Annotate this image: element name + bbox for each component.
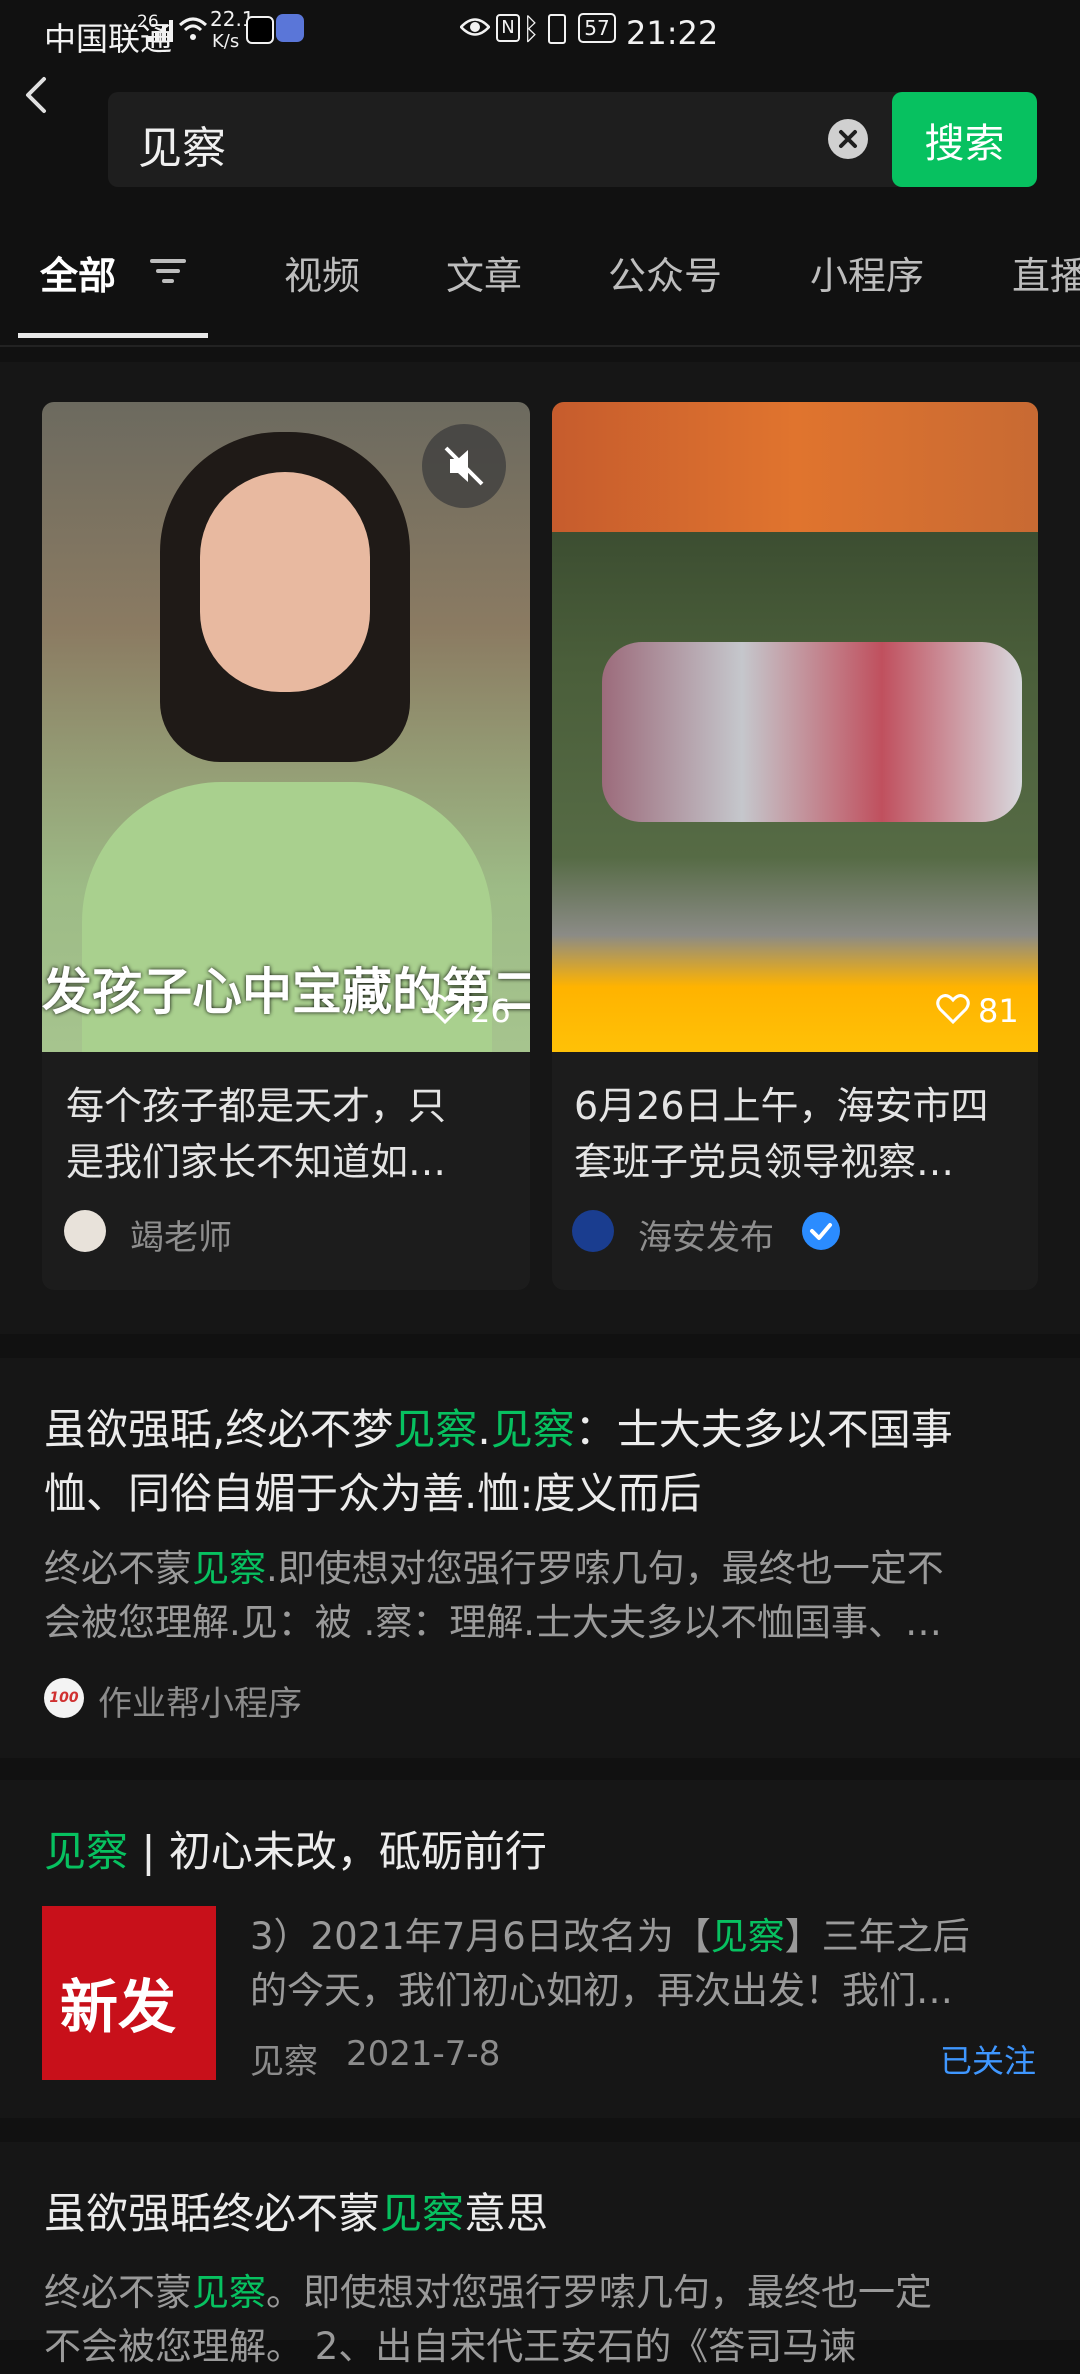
search-button[interactable]: 搜索 [892,92,1037,187]
heart-icon [428,994,462,1024]
app-notification-icon [246,16,274,44]
vibrate-icon [548,14,566,44]
search-bar[interactable]: 见察 [108,92,946,187]
result-title: 虽欲强聒,终必不梦见察.见察：士大夫多以不国事 恤、同俗自媚于众为善.恤:度义而… [44,1405,953,1518]
author-avatar [64,1210,106,1252]
mosaic-block-top [552,402,1038,532]
publish-date: 2021-7-8 [346,2034,501,2074]
bluetooth-icon: ᛒ [522,12,540,47]
tab-video[interactable]: 视频 [284,245,360,300]
mosaic-block-middle [602,642,1022,822]
battery-level: 57 [584,16,610,40]
eye-icon [460,18,490,36]
wifi-icon [178,17,208,40]
author-name[interactable]: 竭老师 [130,1210,232,1259]
author-name[interactable]: 海安发布 [638,1210,774,1259]
nfc-icon: N [496,14,520,42]
author-avatar [572,1210,614,1252]
tab-official-account[interactable]: 公众号 [608,245,722,300]
tab-mini-program[interactable]: 小程序 [810,245,924,300]
heart-icon [936,994,970,1024]
result-card-2[interactable]: 见察 | 初心未改，砥砺前行 新发 3）2021年7月6日改名为【见察】三年之后… [0,1780,1080,2118]
clear-search-icon[interactable] [828,119,868,159]
search-input[interactable]: 见察 [138,112,226,176]
video-title: 每个孩子都是天才，只 是我们家长不知道如… [66,1084,447,1184]
verified-badge-icon [802,1212,840,1250]
source-logo-icon: 100 [44,1678,84,1718]
net-speed-unit: K/s [212,31,240,52]
follow-status[interactable]: 已关注 [940,2036,1036,2082]
article-thumbnail: 新发 [42,1906,216,2080]
battery-icon: 57 [578,13,616,43]
back-arrow-icon[interactable] [22,75,52,115]
music-app-icon [276,14,304,42]
result-card-1[interactable]: 虽欲强聒,终必不梦见察.见察：士大夫多以不国事 恤、同俗自媚于众为善.恤:度义而… [0,1358,1080,1758]
face-shape [200,472,370,692]
signal-icon [148,20,173,42]
like-count: 81 [978,992,1019,1030]
result-title: 虽欲强聒终必不蒙见察意思 [44,2189,549,2238]
tab-divider [0,345,1080,347]
result-snippet: 终必不蒙见察.即使想对您强行罗嗦几句，最终也一定不 会被您理解.见：被 .察：理… [44,1547,944,1644]
video-thumbnail [552,402,1038,1052]
thumbnail-text: 新发 [60,1973,177,2041]
video-title: 6月26日上午，海安市四 套班子党员领导视察… [574,1084,989,1184]
source-name[interactable]: 作业帮小程序 [98,1676,302,1725]
result-snippet: 3）2021年7月6日改名为【见察】三年之后 的今天，我们初心如初，再次出发！我… [250,1915,970,2012]
result-title: 见察 | 初心未改，砥砺前行 [44,1827,547,1876]
account-name[interactable]: 见察 [250,2034,318,2083]
like-count: 26 [470,992,511,1030]
video-card-1[interactable]: 发孩子心中宝藏的第二 26 每个孩子都是天才，只 是我们家长不知道如… 竭老师 [42,402,530,1290]
mute-icon[interactable] [422,424,506,508]
result-snippet: 终必不蒙见察。即使想对您强行罗嗦几句，最终也一定 不会被您理解。 2、出自宋代王… [44,2271,932,2368]
tab-all[interactable]: 全部 [40,245,116,300]
status-bar: 中国联通 26 22.1 K/s N ᛒ 57 21:22 [0,0,1080,78]
filter-icon[interactable] [148,255,188,287]
clock: 21:22 [626,14,719,52]
result-card-3[interactable]: 虽欲强聒终必不蒙见察意思 终必不蒙见察。即使想对您强行罗嗦几句，最终也一定 不会… [0,2142,1080,2368]
tab-article[interactable]: 文章 [446,245,522,300]
video-card-2[interactable]: 81 6月26日上午，海安市四 套班子党员领导视察… 海安发布 [552,402,1038,1290]
tab-indicator [18,333,208,338]
tab-live[interactable]: 直播 [1012,245,1080,300]
